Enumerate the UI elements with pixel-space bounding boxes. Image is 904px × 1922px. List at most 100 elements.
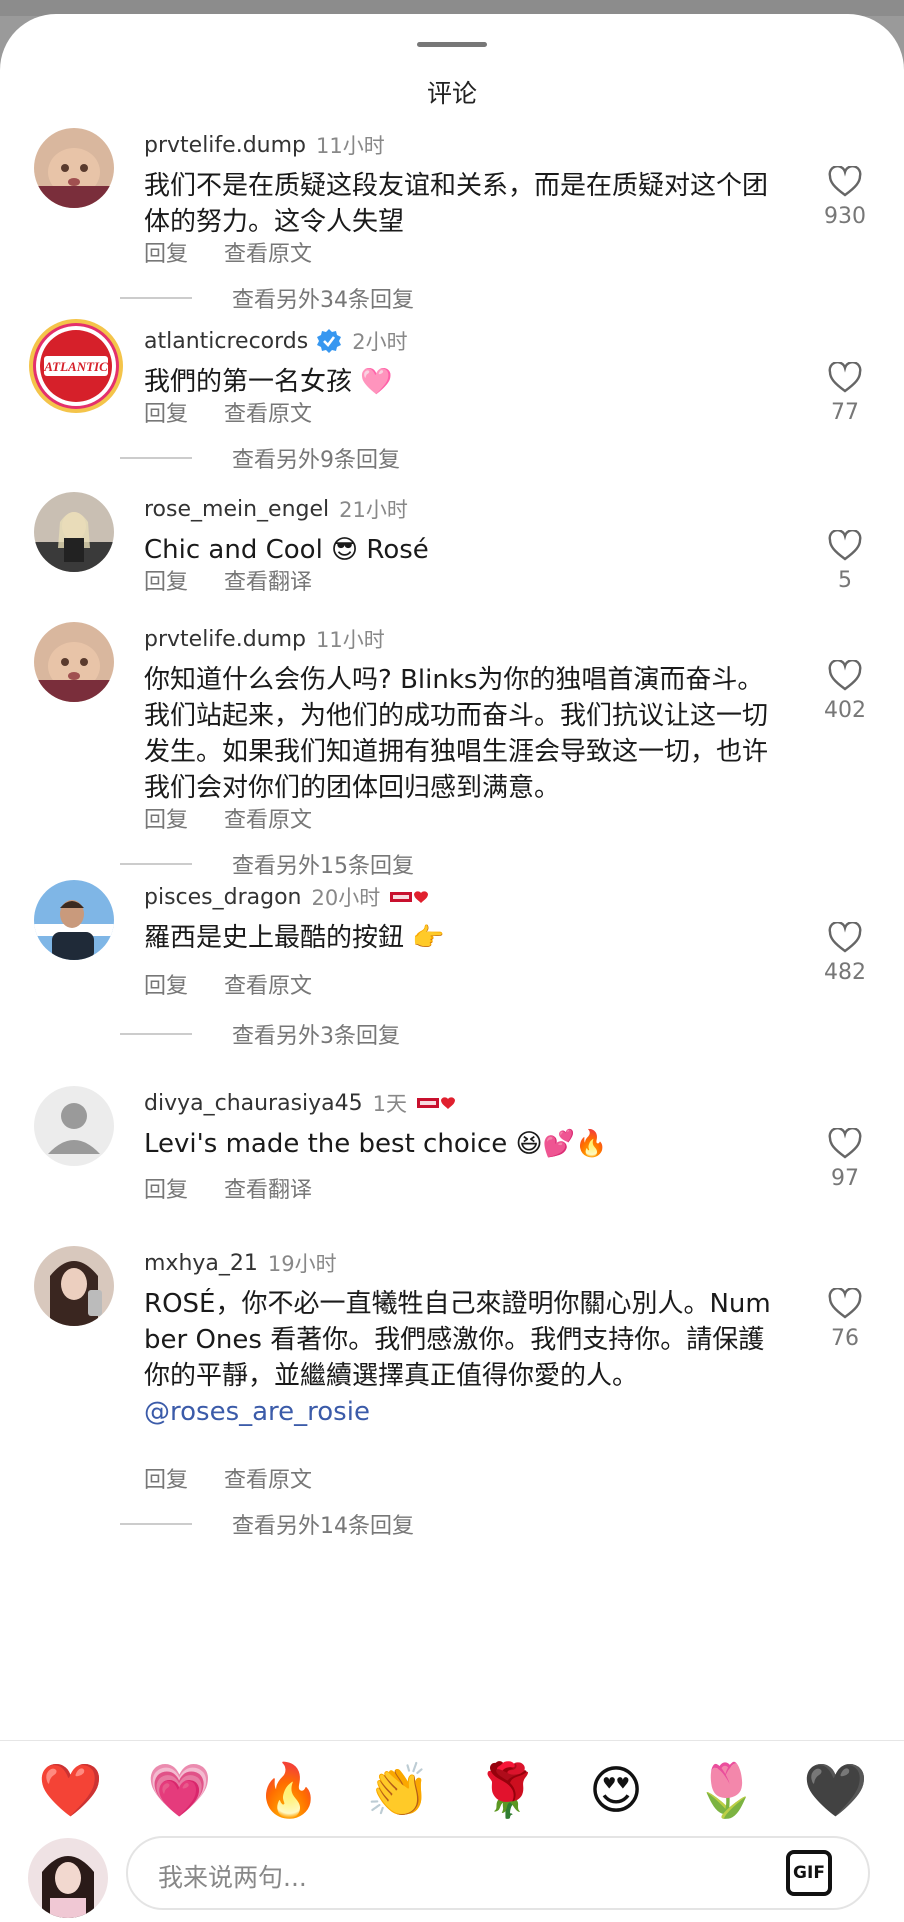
heart-outline-icon[interactable]: [828, 1128, 862, 1160]
username[interactable]: rose_mein_engel: [144, 497, 329, 522]
comment-actions: 回复 查看原文: [144, 802, 312, 834]
username[interactable]: pisces_dragon: [144, 885, 302, 910]
like-control[interactable]: 402: [810, 660, 880, 723]
emoji-red-heart[interactable]: ❤️: [38, 1759, 103, 1823]
levis-love-badge-icon: [390, 889, 430, 905]
username[interactable]: atlanticrecords: [144, 329, 308, 354]
comment-actions: 回复 查看原文: [144, 236, 312, 268]
username[interactable]: mxhya_21: [144, 1251, 258, 1276]
avatar[interactable]: [34, 1246, 114, 1326]
avatar[interactable]: [34, 880, 114, 960]
emoji-growing-heart[interactable]: 💗: [147, 1759, 212, 1823]
like-count: 402: [824, 698, 866, 723]
comment-text: 羅西是史上最酷的按鈕 👉: [144, 923, 445, 953]
timestamp: 11小时: [316, 628, 385, 652]
divider: [120, 863, 192, 865]
comment-header: prvtelife.dump 11小时: [144, 624, 385, 654]
gif-button[interactable]: GIF: [786, 1850, 832, 1896]
avatar[interactable]: ATLANTIC: [28, 318, 124, 414]
comment-actions: 回复 查看原文: [144, 1462, 312, 1494]
levis-love-badge-icon: [417, 1095, 457, 1111]
emoji-clap[interactable]: 👏: [366, 1759, 431, 1823]
comment-text: Levi's made the best choice 😆💕🔥: [144, 1129, 608, 1159]
emoji-heart-eyes[interactable]: 😍: [584, 1759, 648, 1823]
like-control[interactable]: 77: [810, 362, 880, 425]
like-control[interactable]: 76: [810, 1288, 880, 1351]
emoji-quick-bar: ❤️ 💗 🔥 👏 🌹 😍 🌷 🖤: [0, 1740, 904, 1847]
view-translation-button[interactable]: 查看翻译: [224, 564, 312, 596]
view-more-replies-label[interactable]: 查看另外9条回复: [232, 442, 400, 474]
view-more-replies-label[interactable]: 查看另外3条回复: [232, 1018, 400, 1050]
view-more-replies-label[interactable]: 查看另外15条回复: [232, 848, 414, 880]
view-original-button[interactable]: 查看原文: [224, 802, 312, 834]
reply-button[interactable]: 回复: [144, 396, 188, 428]
heart-outline-icon[interactable]: [828, 660, 862, 692]
like-control[interactable]: 5: [810, 530, 880, 593]
username[interactable]: divya_chaurasiya45: [144, 1091, 363, 1116]
heart-outline-icon[interactable]: [828, 1288, 862, 1320]
view-original-button[interactable]: 查看原文: [224, 396, 312, 428]
heart-outline-icon[interactable]: [828, 362, 862, 394]
heart-outline-icon[interactable]: [828, 922, 862, 954]
timestamp: 1天: [372, 1092, 408, 1116]
verified-badge-icon: [317, 329, 342, 353]
username[interactable]: prvtelife.dump: [144, 133, 306, 158]
like-count: 97: [831, 1166, 859, 1191]
avatar[interactable]: [34, 622, 114, 702]
comment-text-body: ROSÉ，你不必一直犧牲自己來證明你關心別人。Number Ones 看著你。我…: [144, 1289, 771, 1391]
comment-input-placeholder: 我来说两句...: [158, 1863, 307, 1892]
like-control[interactable]: 482: [810, 922, 880, 985]
view-original-button[interactable]: 查看原文: [224, 968, 312, 1000]
avatar[interactable]: [34, 492, 114, 572]
my-avatar[interactable]: [28, 1838, 108, 1918]
reply-button[interactable]: 回复: [144, 564, 188, 596]
comment-actions: 回复 查看原文: [144, 968, 312, 1000]
reply-button[interactable]: 回复: [144, 1172, 188, 1204]
reply-button[interactable]: 回复: [144, 1462, 188, 1494]
sheet-title: 评论: [426, 79, 477, 108]
view-more-replies[interactable]: 查看另外15条回复: [120, 848, 414, 880]
timestamp: 2小时: [352, 330, 408, 354]
heart-outline-icon[interactable]: [828, 166, 862, 198]
mention-link[interactable]: @roses_are_rosie: [144, 1394, 784, 1430]
comment-header: rose_mein_engel 21小时: [144, 494, 408, 524]
comment-text: ROSÉ，你不必一直犧牲自己來證明你關心別人。Number Ones 看著你。我…: [144, 1286, 784, 1430]
reply-button[interactable]: 回复: [144, 802, 188, 834]
divider: [120, 1523, 192, 1525]
avatar[interactable]: [34, 128, 114, 208]
emoji-fire[interactable]: 🔥: [256, 1759, 321, 1823]
comment-header: pisces_dragon 20小时: [144, 882, 430, 912]
like-control[interactable]: 97: [810, 1128, 880, 1191]
view-more-replies[interactable]: 查看另外34条回复: [120, 282, 414, 314]
view-more-replies[interactable]: 查看另外9条回复: [120, 442, 400, 474]
timestamp: 19小时: [267, 1252, 337, 1276]
like-count: 930: [824, 204, 866, 229]
comment-input[interactable]: 我来说两句... GIF: [126, 1836, 870, 1910]
comment-actions: 回复 查看翻译: [144, 1172, 312, 1204]
comment-header: atlanticrecords 2小时: [144, 326, 408, 356]
comment-text: 我们不是在质疑这段友谊和关系，而是在质疑对这个团体的努力。这令人失望: [144, 171, 769, 237]
avatar[interactable]: [34, 1086, 114, 1166]
divider: [120, 457, 192, 459]
sheet-drag-handle[interactable]: [417, 42, 487, 47]
view-translation-button[interactable]: 查看翻译: [224, 1172, 312, 1204]
view-more-replies[interactable]: 查看另外14条回复: [120, 1508, 414, 1540]
atlantic-logo-text: ATLANTIC: [43, 359, 108, 374]
emoji-tulip[interactable]: 🌷: [694, 1759, 759, 1823]
view-more-replies[interactable]: 查看另外3条回复: [120, 1018, 400, 1050]
username[interactable]: prvtelife.dump: [144, 627, 306, 652]
like-count: 77: [831, 400, 859, 425]
reply-button[interactable]: 回复: [144, 236, 188, 268]
emoji-rose[interactable]: 🌹: [475, 1759, 540, 1823]
view-original-button[interactable]: 查看原文: [224, 1462, 312, 1494]
comment-header: divya_chaurasiya45 1天: [144, 1088, 457, 1118]
comment-composer: 我来说两句... GIF: [0, 1832, 904, 1922]
emoji-black-heart[interactable]: 🖤: [803, 1759, 868, 1823]
view-more-replies-label[interactable]: 查看另外14条回复: [232, 1508, 414, 1540]
like-control[interactable]: 930: [810, 166, 880, 229]
reply-button[interactable]: 回复: [144, 968, 188, 1000]
view-more-replies-label[interactable]: 查看另外34条回复: [232, 282, 414, 314]
divider: [120, 1033, 192, 1035]
view-original-button[interactable]: 查看原文: [224, 236, 312, 268]
heart-outline-icon[interactable]: [828, 530, 862, 562]
